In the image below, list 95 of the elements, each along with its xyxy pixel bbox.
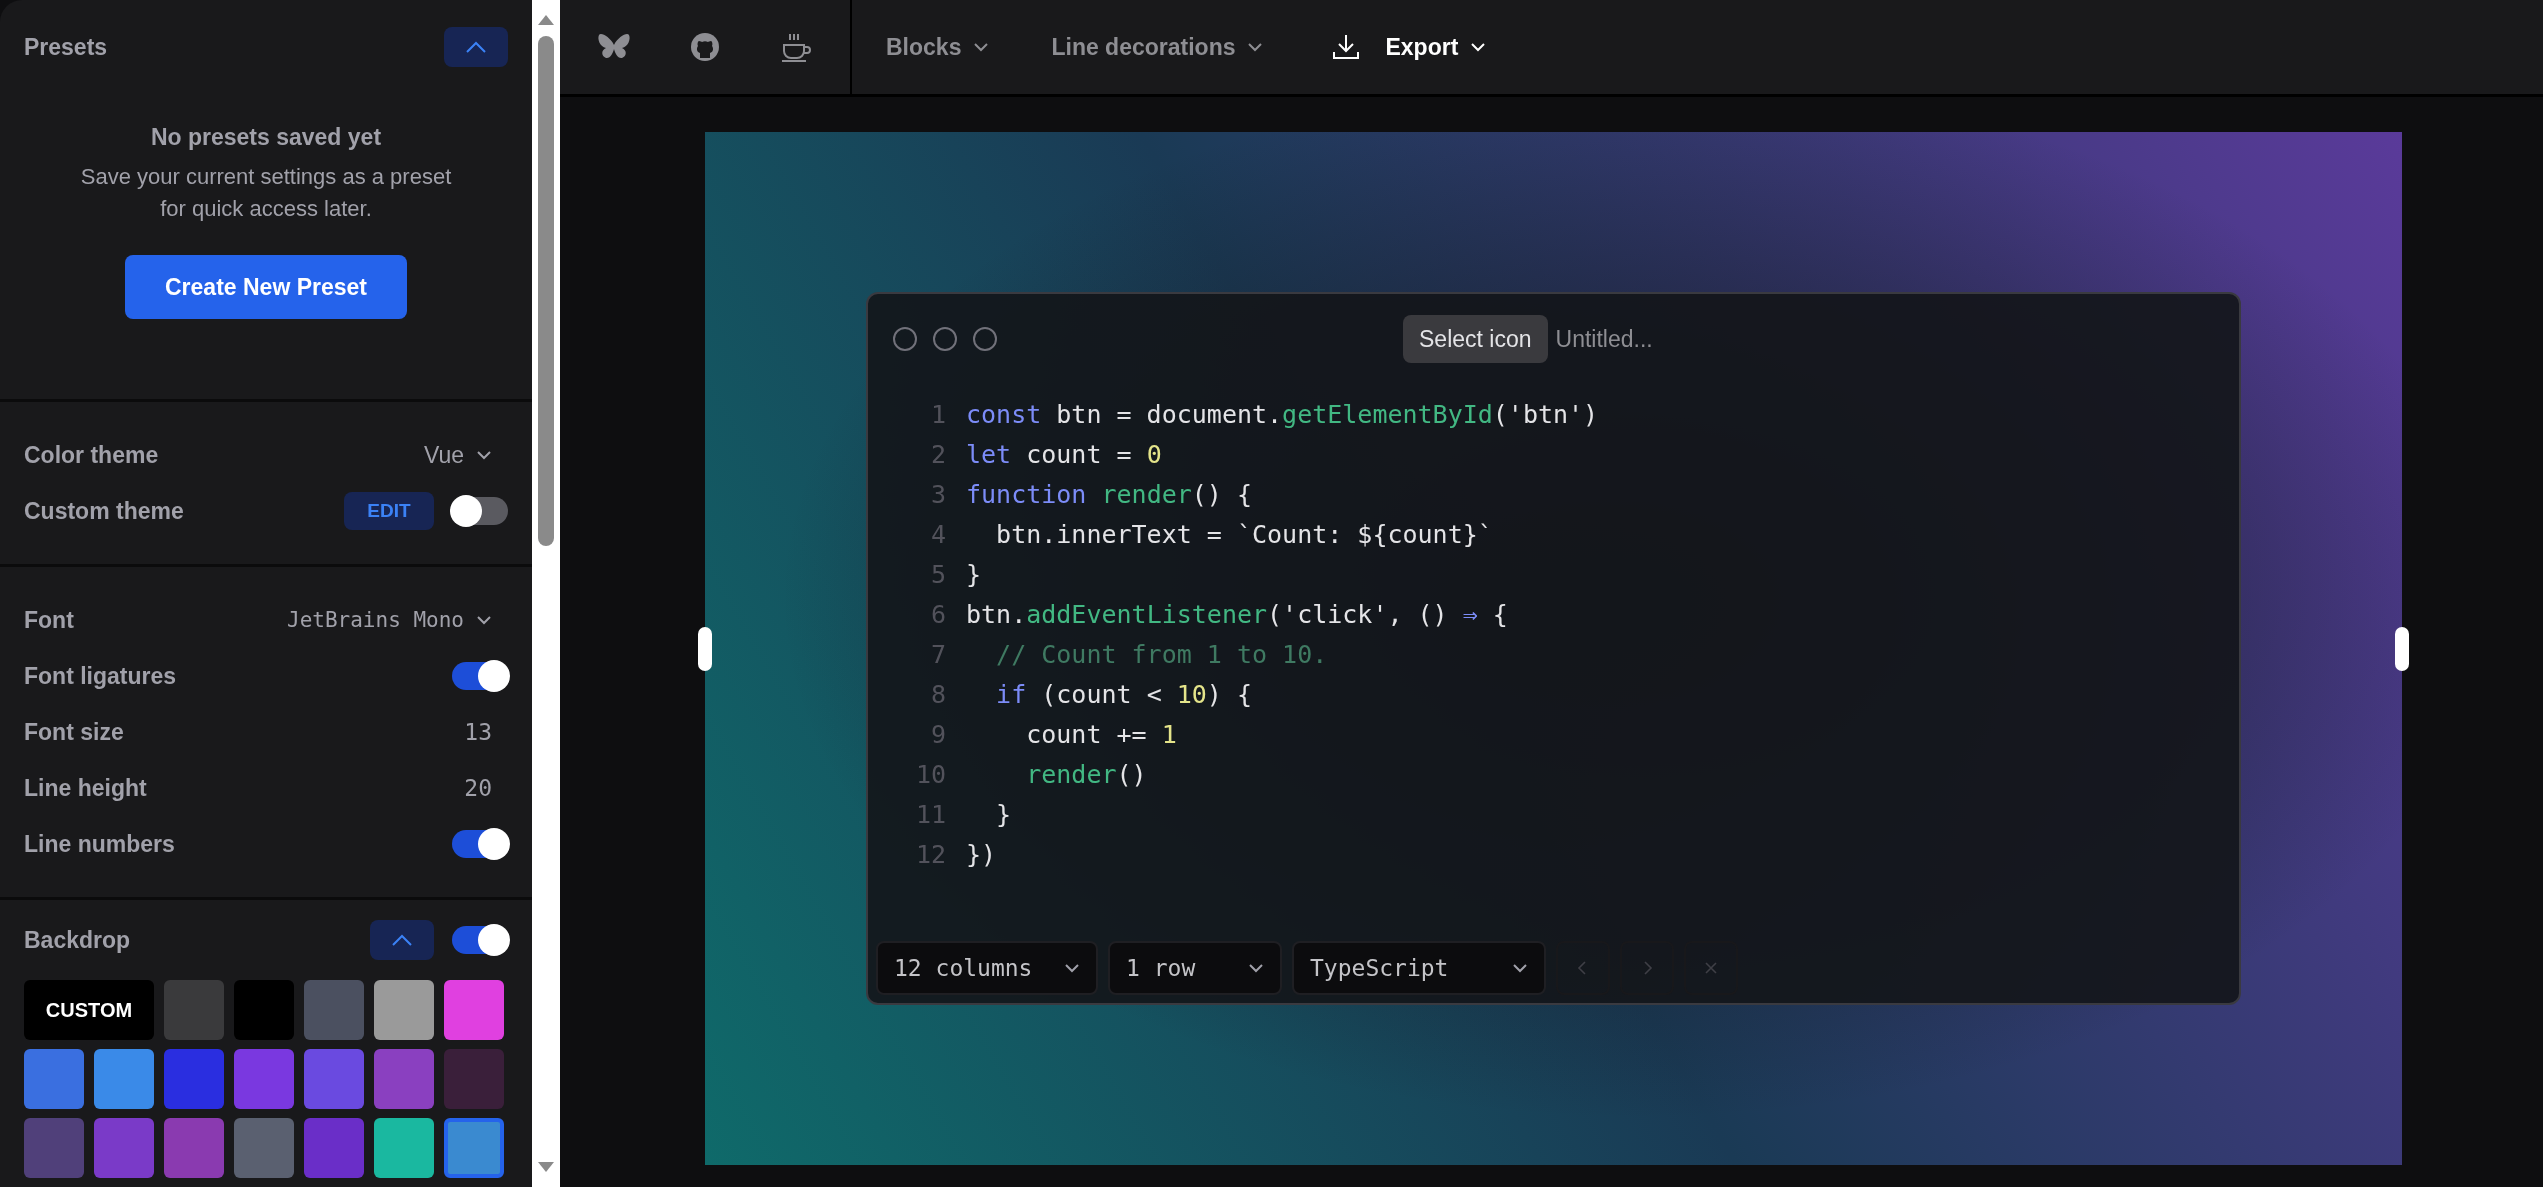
section-title: Backdrop: [24, 926, 131, 954]
setting-label: Custom theme: [24, 497, 184, 525]
empty-text: Save your current settings as a preset for quick access later.: [79, 163, 453, 223]
menu-button[interactable]: Export: [1379, 32, 1493, 62]
menu-button[interactable]: Line decorations: [1045, 32, 1270, 62]
setting-label: Line height: [24, 774, 147, 802]
line-number: 12: [914, 839, 946, 869]
edit-button[interactable]: EDIT: [344, 492, 434, 530]
setting-label: Font size: [24, 718, 124, 746]
line-number: 5: [929, 559, 946, 589]
backdrop-swatch[interactable]: [234, 1049, 294, 1109]
backdrop-swatch[interactable]: [374, 1049, 434, 1109]
code-line: const btn = document.getElementById('btn'): [966, 399, 1599, 429]
code-line: btn.addEventListener('click', () ⇒ {: [966, 599, 1508, 629]
line-number: 8: [929, 679, 946, 709]
caret-icon: [1512, 963, 1528, 973]
backdrop-swatch[interactable]: [94, 1049, 154, 1109]
backdrop-swatch[interactable]: [304, 1118, 364, 1178]
line-number: 3: [929, 479, 946, 509]
custom-backdrop-button[interactable]: CUSTOM: [24, 980, 154, 1040]
backdrop-swatch[interactable]: [164, 1049, 224, 1109]
backdrop-swatch[interactable]: [164, 1118, 224, 1178]
chevron-icon: [465, 40, 487, 54]
setting-label: Font: [24, 606, 74, 634]
resize-handle[interactable]: [698, 626, 712, 671]
toggle-switch[interactable]: [452, 926, 508, 954]
caret-icon: [1247, 42, 1264, 52]
code-line: btn.innerText = `Count: ${count}`: [995, 519, 1493, 549]
scroll-up-icon[interactable]: [537, 14, 555, 26]
number-value[interactable]: 13: [464, 719, 508, 745]
line-number: 6: [929, 599, 946, 629]
backdrop-swatch[interactable]: [304, 1049, 364, 1109]
backdrop-swatch[interactable]: [444, 980, 504, 1040]
backdrop-swatch[interactable]: [234, 980, 294, 1040]
caret-icon: [973, 42, 990, 52]
resize-handle[interactable]: [2395, 626, 2409, 671]
backdrop-swatch[interactable]: [24, 1118, 84, 1178]
empty-title: No presets saved yet: [150, 124, 382, 151]
dropdown-select[interactable]: 12 columns: [876, 941, 1098, 995]
collapse-button[interactable]: [370, 920, 434, 960]
code-line: let count = 0: [966, 439, 1162, 469]
setting-label: Color theme: [24, 441, 159, 469]
code-line: count += 1: [1025, 719, 1177, 749]
chevron-icon: [391, 933, 413, 947]
theme-select[interactable]: Vue: [423, 441, 508, 469]
line-number: 2: [929, 439, 946, 469]
download-icon: [1331, 32, 1362, 62]
backdrop-swatch[interactable]: [444, 1118, 504, 1178]
backdrop-swatch[interactable]: [304, 980, 364, 1040]
select-icon-button[interactable]: Select icon: [1403, 315, 1548, 363]
scrollbar-thumb[interactable]: [538, 36, 554, 546]
line-number: 1: [929, 399, 946, 429]
toggle-switch[interactable]: [452, 662, 508, 690]
line-number: 4: [929, 519, 946, 549]
backdrop-swatch[interactable]: [374, 1118, 434, 1178]
dropdown-select[interactable]: 1 row: [1108, 941, 1282, 995]
setting-label: Font ligatures: [24, 662, 177, 690]
line-number: 11: [914, 799, 946, 829]
collapse-button[interactable]: [444, 27, 508, 67]
line-number: 7: [929, 639, 946, 669]
window-controls-icon: [892, 326, 998, 352]
number-value[interactable]: 20: [464, 775, 508, 801]
github-icon[interactable]: [689, 31, 721, 63]
backdrop-swatch[interactable]: [374, 980, 434, 1040]
line-number: 10: [914, 759, 946, 789]
backdrop-swatch[interactable]: [164, 980, 224, 1040]
code-line: }: [995, 799, 1012, 829]
backdrop-swatch[interactable]: [94, 1118, 154, 1178]
coffee-cup-icon[interactable]: [779, 31, 813, 63]
caret-icon: [1248, 963, 1264, 973]
code-line: }): [966, 839, 997, 869]
title-field[interactable]: Untitled...: [1553, 324, 1698, 354]
line-number: 9: [929, 719, 946, 749]
caret-icon: [476, 450, 492, 460]
backdrop-swatch[interactable]: [444, 1049, 504, 1109]
close-icon: [1703, 960, 1719, 976]
setting-label: Line numbers: [24, 830, 175, 858]
backdrop-swatch[interactable]: [234, 1118, 294, 1178]
dropdown-select[interactable]: TypeScript: [1292, 941, 1546, 995]
section-title: Presets: [24, 33, 108, 61]
code-line: function render() {: [966, 479, 1252, 509]
caret-icon: [1064, 963, 1080, 973]
toggle-switch[interactable]: [452, 830, 508, 858]
menu-button[interactable]: Blocks: [880, 32, 996, 62]
code-line: // Count from 1 to 10.: [995, 639, 1328, 669]
scroll-down-icon[interactable]: [537, 1161, 555, 1173]
create-preset-button[interactable]: Create New Preset: [125, 255, 407, 319]
code-line: render(): [1025, 759, 1147, 789]
caret-icon: [1470, 42, 1487, 52]
font-select[interactable]: JetBrains Mono: [287, 608, 508, 632]
caret-icon: [476, 615, 492, 625]
backdrop-swatch[interactable]: [24, 1049, 84, 1109]
toggle-switch[interactable]: [452, 497, 508, 525]
code-line: }: [966, 559, 982, 589]
code-line: if (count < 10) {: [995, 679, 1252, 709]
